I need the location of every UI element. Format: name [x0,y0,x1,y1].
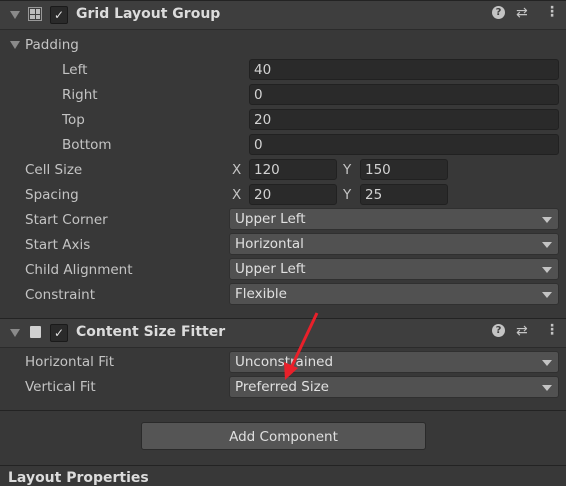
annotation-arrow-icon [284,312,319,380]
